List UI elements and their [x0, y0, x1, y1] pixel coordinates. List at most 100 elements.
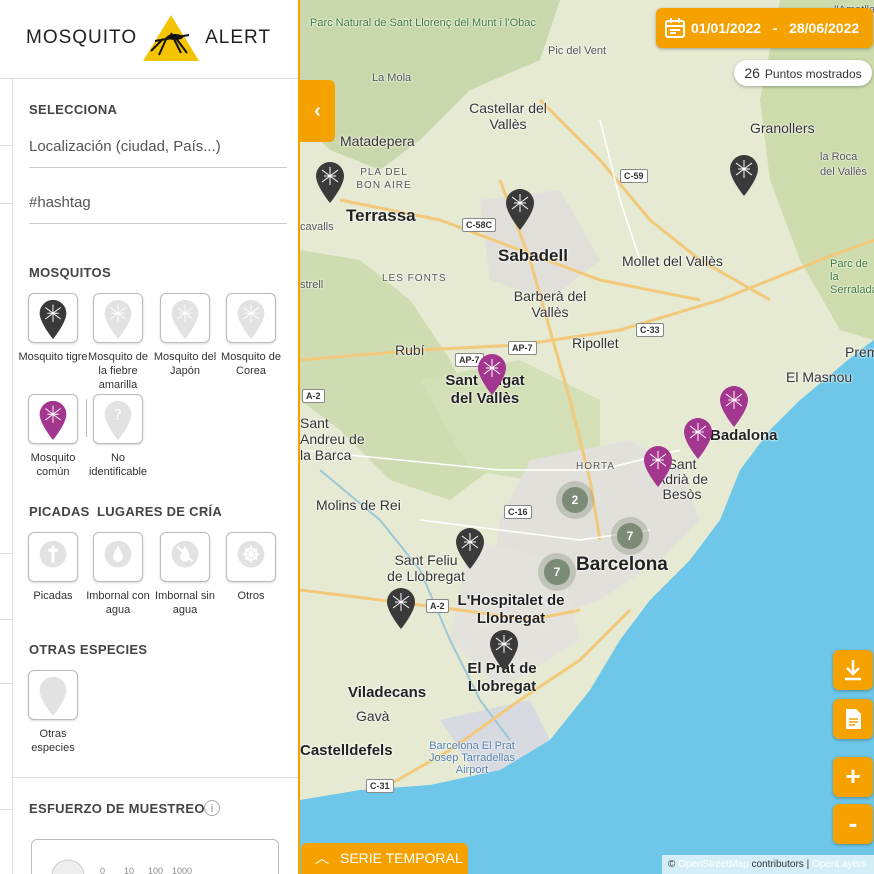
road-ap7-b: AP-7: [508, 341, 537, 355]
marker-cluster[interactable]: 7: [538, 553, 576, 591]
filter-divider: [86, 399, 87, 437]
common-mosquito-icon: [39, 400, 67, 441]
filter-japan-mosquito[interactable]: [160, 293, 210, 343]
filter-other-species[interactable]: [28, 670, 78, 720]
map-label-sant-andreu: Sant Andreu de la Barca: [300, 415, 365, 463]
unidentifiable-icon: ?: [104, 400, 132, 441]
map-label-pla-bon-aire: PLA DEL BON AIRE: [356, 167, 412, 191]
marker-cluster[interactable]: 7: [611, 517, 649, 555]
points-count: 26: [744, 65, 760, 81]
map-label-barcelona: Barcelona: [576, 554, 668, 575]
sampling-circle-icon: [51, 859, 85, 874]
date-range-button[interactable]: 01/01/2022 - 28/06/2022: [656, 8, 873, 48]
filter-bites[interactable]: [28, 532, 78, 582]
yellow-fever-mosquito-icon: [104, 299, 132, 340]
date-range-text: 01/01/2022 - 28/06/2022: [691, 20, 860, 36]
sampling-effort-legend[interactable]: 0 10 100 1000: [31, 839, 279, 874]
logo-mosquito-icon: [143, 15, 200, 61]
map-label-matadepera: Matadepera: [340, 133, 415, 149]
sampling-effort-title: ESFUERZO DE MUESTREO: [29, 801, 205, 816]
filter-korea-mosquito[interactable]: [226, 293, 276, 343]
map-label-rubi: Rubí: [395, 342, 425, 358]
filter-label: Otros: [237, 590, 265, 602]
select-section-title: SELECCIONA: [29, 102, 118, 117]
zoom-in-button[interactable]: +: [833, 757, 873, 797]
attribution-ol-link[interactable]: OpenLayers: [812, 859, 866, 870]
filter-label: Imbornal sin agua: [155, 590, 215, 616]
common-mosquito-marker[interactable]: [642, 444, 674, 488]
filter-label: Mosquito tigre: [18, 351, 88, 363]
zoom-out-button[interactable]: -: [833, 804, 873, 844]
common-mosquito-marker[interactable]: [682, 416, 714, 460]
attribution-prefix: ©: [668, 859, 676, 870]
tiger-mosquito-marker[interactable]: [314, 160, 346, 204]
time-series-button[interactable]: ︿ SERIE TEMPORAL: [301, 843, 468, 874]
filter-drain-dry[interactable]: [160, 532, 210, 582]
map-label-parc-natural: Parc Natural de Sant Llorenç del Munt i …: [310, 17, 536, 29]
map-label-sabadell: Sabadell: [498, 246, 568, 265]
filter-label: Mosquito común: [30, 452, 76, 478]
points-label: Puntos mostrados: [764, 67, 862, 81]
report-button[interactable]: [833, 699, 873, 739]
tiger-mosquito-marker[interactable]: [454, 526, 486, 570]
map-label-horta: HORTA: [576, 461, 616, 472]
marker-cluster[interactable]: 2: [556, 481, 594, 519]
map-label-castelldefels: Castelldefels: [300, 742, 393, 759]
filter-label: Otras especies: [31, 728, 75, 754]
filter-other-breeding[interactable]: [226, 532, 276, 582]
scale-label: 0: [100, 866, 106, 874]
map-label-hospitalet: L'Hospitalet de Llobregat: [457, 592, 565, 627]
common-mosquito-marker[interactable]: [718, 384, 750, 428]
points-shown-badge: 26 Puntos mostrados: [734, 60, 872, 86]
attribution-contrib: contributors |: [751, 859, 810, 870]
filter-yellow-fever-mosquito[interactable]: [93, 293, 143, 343]
road-a2-a: A-2: [302, 389, 325, 403]
collapse-sidebar-button[interactable]: ‹: [300, 80, 335, 142]
tiger-mosquito-icon: [39, 299, 67, 340]
calendar-icon: [665, 18, 685, 38]
map-label-terrassa: Terrassa: [346, 206, 416, 225]
map-label-les-fonts: LES FONTS: [382, 273, 447, 284]
japan-mosquito-icon: [171, 299, 199, 340]
time-series-label: SERIE TEMPORAL: [340, 850, 463, 866]
filter-unidentifiable[interactable]: ?: [93, 394, 143, 444]
filter-label: Picadas: [33, 590, 73, 602]
info-icon[interactable]: i: [204, 800, 220, 816]
map-label-castellar: Castellar del Vallès: [469, 100, 547, 132]
map-label-badalona: Badalona: [710, 427, 778, 444]
app-logo[interactable]: MOSQUITO ALERT: [26, 15, 271, 61]
attribution-osm-link[interactable]: OpenStreetMap: [678, 859, 749, 870]
scale-label: 10: [124, 866, 135, 874]
filter-label: Mosquito de la fiebre amarilla: [88, 351, 148, 391]
download-icon: [845, 660, 861, 681]
tiger-mosquito-marker[interactable]: [385, 586, 417, 630]
map-label-airport: Barcelona El Prat Josep Tarradellas Airp…: [428, 740, 515, 776]
common-mosquito-marker[interactable]: [476, 352, 508, 396]
filter-label: Mosquito del Japón: [153, 351, 217, 377]
chevron-up-icon: ︿: [315, 850, 329, 866]
map-view[interactable]: Parc Natural de Sant Llorenç del Munt i …: [300, 0, 874, 874]
mosquitos-section-title: MOSQUITOS: [29, 265, 111, 280]
filter-tiger-mosquito[interactable]: [28, 293, 78, 343]
map-attribution: © OpenStreetMap contributors | OpenLayer…: [662, 855, 874, 874]
map-label-gava: Gavà: [356, 708, 390, 724]
collapsed-subpanel: [0, 79, 13, 874]
tiger-mosquito-marker[interactable]: [504, 187, 536, 231]
location-search-input[interactable]: Localización (ciudad, País...): [29, 127, 287, 168]
filter-common-mosquito[interactable]: [28, 394, 78, 444]
hashtag-input[interactable]: #hashtag: [29, 183, 287, 224]
filter-drain-water[interactable]: [93, 532, 143, 582]
chevron-left-icon: ‹: [314, 100, 321, 122]
breeding-section-title: LUGARES DE CRÍA: [97, 504, 223, 519]
korea-mosquito-icon: [237, 299, 265, 340]
download-button[interactable]: [833, 650, 873, 690]
tiger-mosquito-marker[interactable]: [488, 628, 520, 672]
map-label-parc-serralada: Parc de la Serralada: [830, 258, 874, 296]
map-label-viladecans: Viladecans: [348, 684, 427, 701]
map-label-barbera: Barberà del Vallès: [513, 288, 587, 320]
filter-label: Mosquito de Corea: [221, 351, 281, 377]
filter-label: No identificable: [88, 452, 148, 478]
tiger-mosquito-marker[interactable]: [728, 153, 760, 197]
filter-panel: SELECCIONA Localización (ciudad, País...…: [13, 79, 298, 874]
other-breeding-icon: [237, 540, 265, 568]
